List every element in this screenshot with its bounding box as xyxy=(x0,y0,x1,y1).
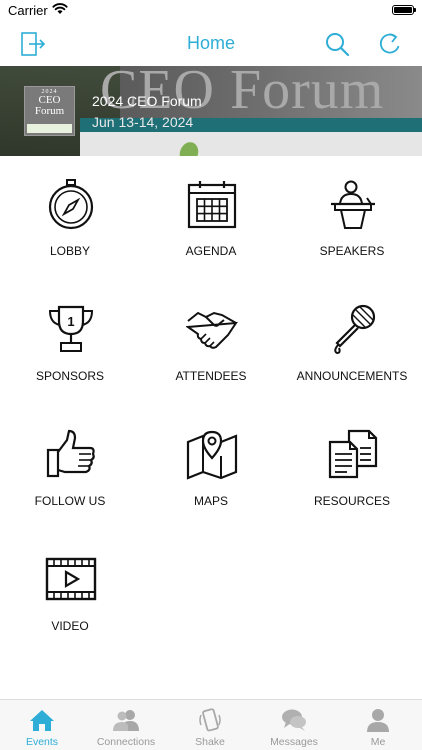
tab-label: Events xyxy=(25,736,59,748)
battery-icon xyxy=(392,5,416,15)
event-date: Jun 13-14, 2024 xyxy=(92,114,194,130)
podium-speaker-icon xyxy=(331,180,375,229)
carrier-label: Carrier xyxy=(8,3,48,18)
tile-follow-us[interactable]: FOLLOW US xyxy=(0,406,140,531)
tile-sponsors[interactable]: 1 SPONSORS xyxy=(0,281,140,406)
tile-lobby[interactable]: LOBBY xyxy=(0,156,140,281)
tile-maps[interactable]: MAPS xyxy=(141,406,281,531)
tile-label: ANNOUNCEMENTS xyxy=(296,369,408,383)
microphone-icon xyxy=(334,304,376,355)
tab-label: Shake xyxy=(195,736,225,748)
tile-label: SPEAKERS xyxy=(319,244,385,258)
tab-me[interactable]: Me xyxy=(336,700,420,750)
banner-lower-strip xyxy=(80,132,422,156)
calendar-icon xyxy=(187,181,237,229)
tile-label: SPONSORS xyxy=(35,369,104,383)
tab-label: Me xyxy=(370,736,386,748)
event-logo: 2024 CEO Forum xyxy=(24,86,75,136)
shake-phone-icon xyxy=(199,708,221,732)
tile-attendees[interactable]: ATTENDEES xyxy=(141,281,281,406)
tile-announcements[interactable]: ANNOUNCEMENTS xyxy=(282,281,422,406)
page-title: Home xyxy=(186,33,235,53)
navigation-bar: Home xyxy=(0,22,422,66)
event-banner[interactable]: CEO Forum 2024 CEO Forum 2024 CEO Forum … xyxy=(0,66,422,156)
tile-label: VIDEO xyxy=(51,619,89,633)
trophy-icon: 1 xyxy=(48,305,94,352)
wifi-icon xyxy=(52,3,68,14)
thumbs-up-icon xyxy=(46,429,95,478)
tile-label: LOBBY xyxy=(49,244,91,258)
person-icon xyxy=(367,709,389,732)
tab-shake[interactable]: Shake xyxy=(168,700,252,750)
people-icon xyxy=(113,710,139,731)
video-icon xyxy=(45,557,97,601)
status-bar: Carrier xyxy=(0,0,422,22)
tab-label: Messages xyxy=(270,736,318,748)
chat-bubbles-icon xyxy=(282,709,306,731)
tile-label: FOLLOW US xyxy=(34,494,106,508)
tile-label: RESOURCES xyxy=(313,494,390,508)
tile-agenda[interactable]: AGENDA xyxy=(141,156,281,281)
tile-label: ATTENDEES xyxy=(175,369,247,383)
logo-sponsor-bar xyxy=(27,124,72,133)
map-icon xyxy=(186,430,238,480)
handshake-icon xyxy=(186,311,238,349)
tab-events[interactable]: Events xyxy=(0,700,84,750)
tile-label: MAPS xyxy=(193,494,228,508)
home-icon xyxy=(30,710,54,731)
refresh-icon[interactable] xyxy=(376,30,404,58)
event-title: 2024 CEO Forum xyxy=(92,93,202,109)
documents-icon xyxy=(328,429,378,479)
svg-text:1: 1 xyxy=(67,314,74,329)
tab-label: Connections xyxy=(96,736,156,748)
search-icon[interactable] xyxy=(323,30,351,58)
tile-speakers[interactable]: SPEAKERS xyxy=(282,156,422,281)
tile-resources[interactable]: RESOURCES xyxy=(282,406,422,531)
tab-connections[interactable]: Connections xyxy=(84,700,168,750)
tile-video[interactable]: VIDEO xyxy=(0,531,140,656)
tab-messages[interactable]: Messages xyxy=(252,700,336,750)
tile-label: AGENDA xyxy=(185,244,237,258)
tab-bar: Events Connections Shake Messages Me xyxy=(0,699,422,750)
compass-icon xyxy=(48,179,94,230)
logo-line2: Forum xyxy=(34,105,65,117)
